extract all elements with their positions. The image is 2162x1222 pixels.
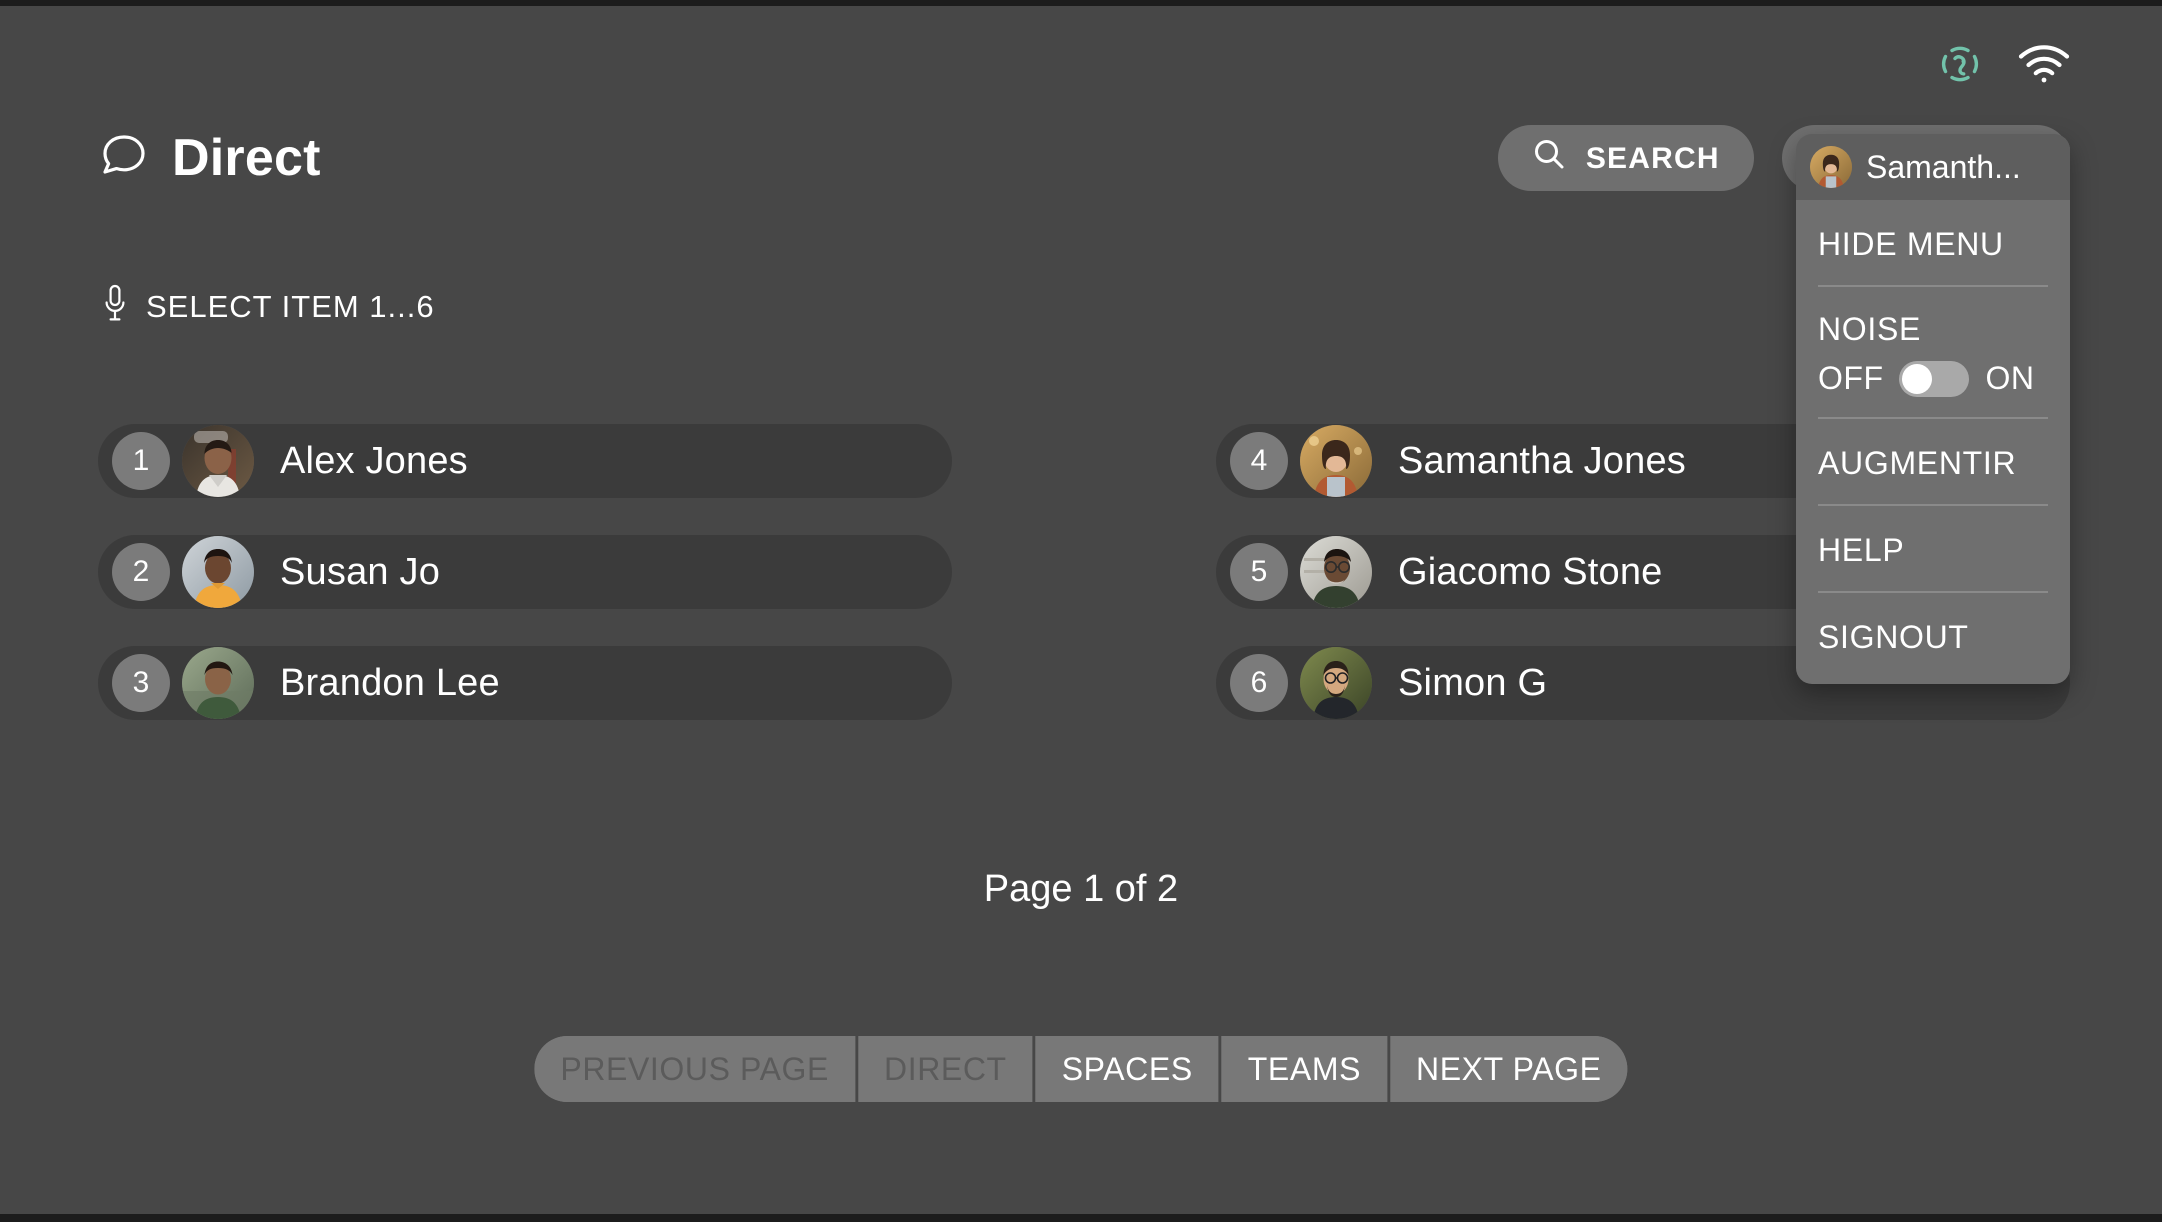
nav-next-page[interactable]: NEXT PAGE (1390, 1036, 1628, 1102)
nav-previous-page[interactable]: PREVIOUS PAGE (534, 1036, 858, 1102)
noise-label: NOISE (1818, 311, 1922, 347)
contact-name: Simon G (1398, 661, 1548, 704)
voice-command-hint: SELECT ITEM 1...6 (104, 284, 435, 330)
search-button[interactable]: SEARCH (1497, 125, 1754, 191)
avatar (182, 647, 254, 719)
bottom-nav: PREVIOUS PAGE DIRECT SPACES TEAMS NEXT P… (534, 1036, 1628, 1102)
menu-group-noise: NOISE OFF ON (1818, 287, 2048, 419)
contact-row[interactable]: 1 Alex Jones (98, 424, 952, 498)
noise-toggle-knob (1902, 363, 1933, 394)
user-menu: Samanth... HIDE MENU NOISE OFF ON AUGMEN… (1796, 134, 2070, 684)
page-title: Direct (98, 128, 321, 188)
menu-item-help[interactable]: HELP (1818, 506, 2048, 593)
avatar (1300, 647, 1372, 719)
contact-name: Samantha Jones (1398, 439, 1686, 482)
status-bar (1938, 42, 2070, 86)
noise-toggle-row: OFF ON (1818, 360, 2048, 397)
contact-name: Susan Jo (280, 550, 441, 593)
user-menu-account[interactable]: Samanth... (1796, 134, 2070, 200)
noise-toggle[interactable] (1899, 360, 1970, 397)
contacts-columns: 1 Alex Jones 2 Susan Jo 3 Brandon Lee 4 … (98, 424, 2070, 720)
avatar (1300, 425, 1372, 497)
menu-item-augmentir[interactable]: AUGMENTIR (1818, 419, 2048, 506)
page-title-text: Direct (172, 129, 321, 187)
nav-spaces[interactable]: SPACES (1035, 1036, 1222, 1102)
search-icon (1532, 137, 1566, 179)
menu-item-signout[interactable]: SIGNOUT (1818, 593, 2048, 666)
wifi-icon (2018, 44, 2070, 84)
user-menu-account-name: Samanth... (1866, 148, 2021, 185)
contact-number-badge: 4 (1230, 432, 1288, 490)
avatar (1300, 536, 1372, 608)
contact-number-badge: 3 (112, 654, 170, 712)
contact-row[interactable]: 3 Brandon Lee (98, 646, 952, 720)
avatar (182, 425, 254, 497)
contact-row[interactable]: 2 Susan Jo (98, 535, 952, 609)
voice-command-hint-text: SELECT ITEM 1...6 (146, 289, 435, 324)
nav-teams[interactable]: TEAMS (1221, 1036, 1391, 1102)
avatar (182, 536, 254, 608)
contact-number-badge: 5 (1230, 543, 1288, 601)
menu-item-hide-menu[interactable]: HIDE MENU (1818, 200, 2048, 287)
nav-direct[interactable]: DIRECT (858, 1036, 1036, 1102)
contact-name: Alex Jones (280, 439, 468, 482)
avatar (1810, 146, 1852, 188)
page-header: Direct SEARCH (98, 116, 2070, 200)
noise-on-label: ON (1985, 360, 2035, 396)
search-button-label: SEARCH (1585, 142, 1720, 175)
user-menu-body: HIDE MENU NOISE OFF ON AUGMENTIR HELP SI… (1796, 200, 2070, 684)
contact-number-badge: 6 (1230, 654, 1288, 712)
contact-number-badge: 2 (112, 543, 170, 601)
contact-name: Brandon Lee (280, 661, 500, 704)
hearing-aid-icon (1938, 42, 1982, 86)
page-indicator: Page 1 of 2 (983, 868, 1179, 910)
contact-name: Giacomo Stone (1398, 550, 1663, 593)
app-root: Direct SEARCH SELECT ITEM 1...6 1 Alex J… (0, 0, 2162, 1222)
speech-bubble-icon (98, 130, 150, 187)
contact-number-badge: 1 (112, 432, 170, 490)
contacts-column-left: 1 Alex Jones 2 Susan Jo 3 Brandon Lee (98, 424, 952, 720)
microphone-icon (104, 284, 126, 330)
noise-off-label: OFF (1818, 360, 1884, 396)
